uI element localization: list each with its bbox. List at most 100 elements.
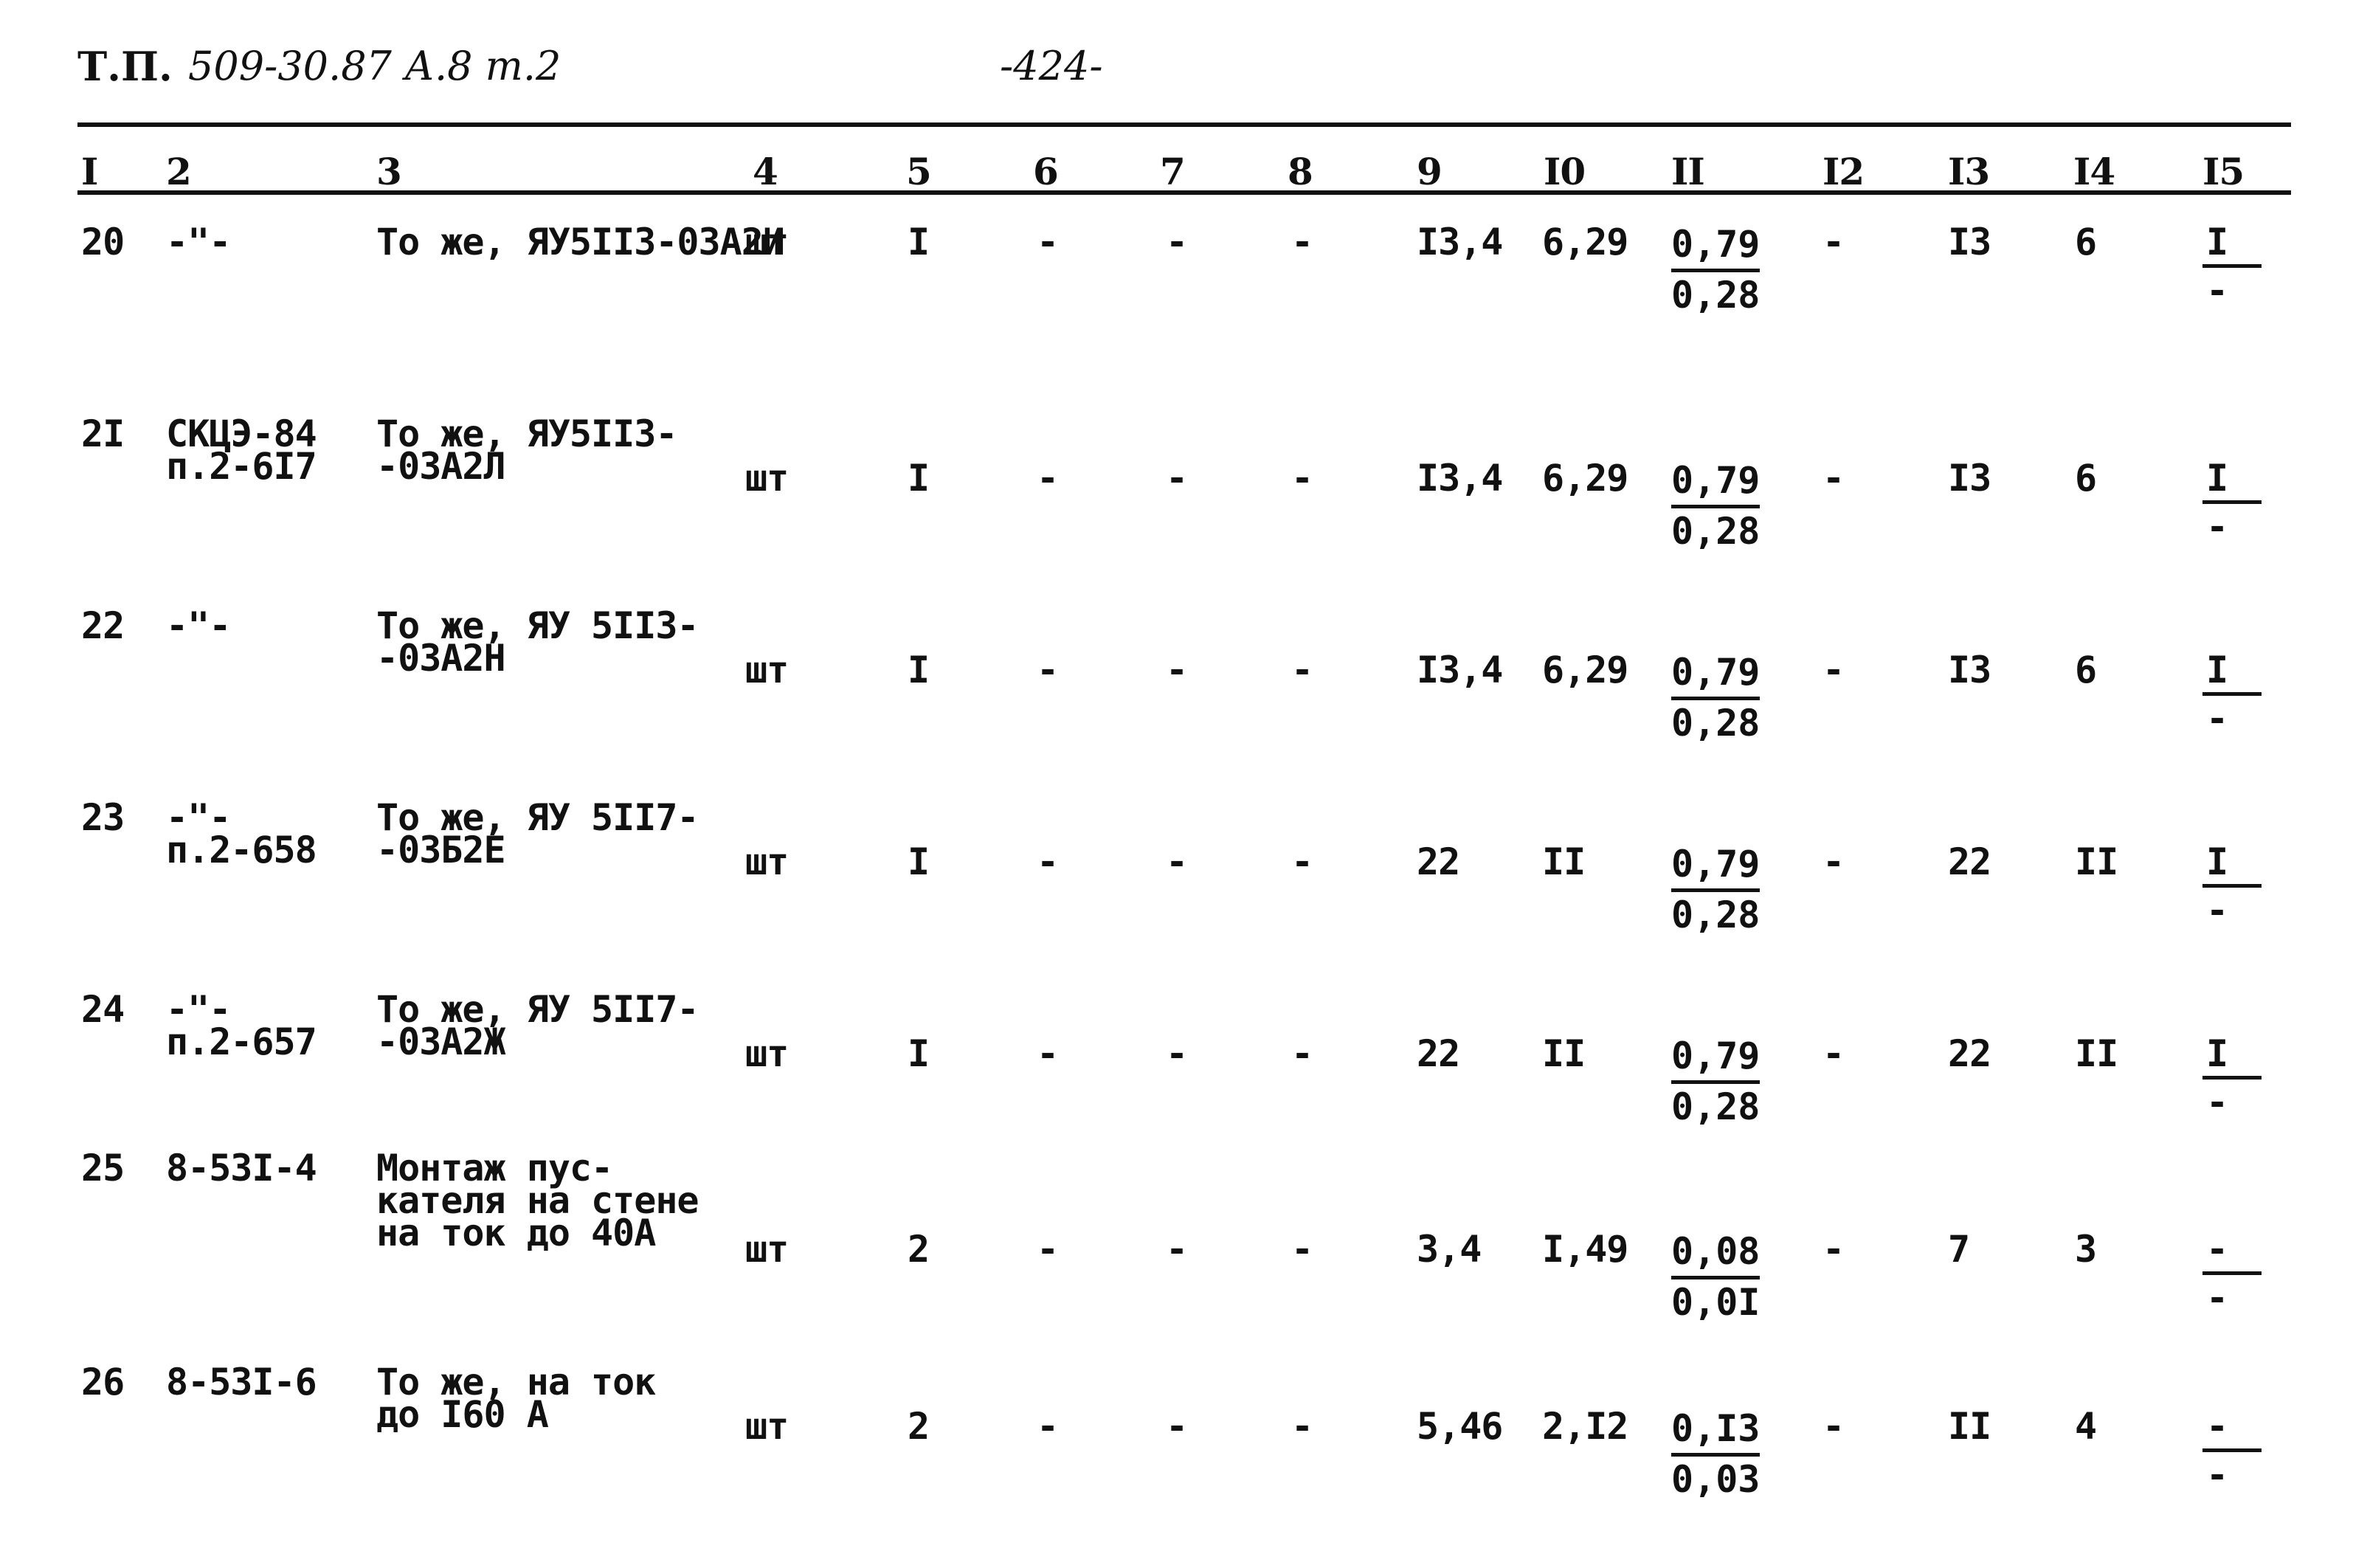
col-6-value: - (1037, 221, 1059, 263)
col-9-value: 22 (1417, 840, 1460, 883)
col-13-value: I3 (1948, 457, 1991, 500)
col-13-value: 7 (1948, 1228, 1970, 1271)
col-15-bottom: - (2206, 889, 2228, 932)
col-9-value: 22 (1417, 1032, 1460, 1075)
col-8-value: - (1291, 649, 1313, 691)
column-header-11: II (1671, 150, 1705, 193)
col-6-value: - (1037, 1032, 1059, 1075)
col-10-value: 6,29 (1542, 221, 1628, 263)
col-15-fraction-line (2202, 500, 2262, 504)
col-13-value: 22 (1948, 840, 1991, 883)
fraction-denominator: 0,28 (1671, 510, 1761, 553)
col-7-value: - (1166, 649, 1188, 691)
col-15-fraction-line (2202, 1076, 2262, 1080)
col-15-bottom: - (2206, 1081, 2228, 1124)
row-number: 2I (81, 412, 125, 455)
col-7-value: - (1166, 840, 1188, 883)
col-10-value: 6,29 (1542, 457, 1628, 500)
col-15-top: I (2206, 1032, 2228, 1075)
column-header-4: 4 (753, 150, 778, 193)
fraction-denominator: 0,28 (1671, 1085, 1761, 1128)
col-8-value: - (1291, 1032, 1313, 1075)
norm-reference: 8-53I-6 (166, 1361, 317, 1403)
col-10-value: 2,I2 (1542, 1405, 1628, 1448)
row-number: 24 (81, 988, 125, 1031)
col-15-top: I (2206, 840, 2228, 883)
column-header-5: 5 (906, 150, 932, 193)
col-9-value: I3,4 (1417, 649, 1503, 691)
quantity: I (908, 1032, 930, 1075)
fraction-denominator: 0,28 (1671, 274, 1761, 317)
fraction-numerator: 0,79 (1671, 457, 1761, 508)
unit: шт (745, 649, 789, 691)
col-15-bottom: - (2206, 1277, 2228, 1319)
quantity: I (908, 221, 930, 263)
col-11-fraction: 0,79 0,28 (1671, 221, 1761, 318)
col-10-value: I,49 (1542, 1228, 1628, 1271)
col-12-value: - (1822, 1032, 1845, 1075)
doc-code-handwritten: 509-30.87 А.8 т.2 (188, 43, 562, 89)
fraction-numerator: 0,79 (1671, 841, 1761, 892)
col-6-value: - (1037, 840, 1059, 883)
fraction-numerator: 0,79 (1671, 649, 1761, 700)
col-14-value: 4 (2075, 1405, 2097, 1448)
norm-reference: -"- (166, 604, 231, 647)
col-14-value: II (2075, 1032, 2118, 1075)
fraction-denominator: 0,28 (1671, 894, 1761, 936)
col-9-value: I3,4 (1417, 221, 1503, 263)
col-11-fraction: 0,79 0,28 (1671, 457, 1761, 554)
col-11-fraction: 0,79 0,28 (1671, 1033, 1761, 1130)
col-14-value: II (2075, 840, 2118, 883)
col-12-value: - (1822, 1228, 1845, 1271)
work-description: -03А2Ж (376, 1020, 506, 1063)
col-13-value: 22 (1948, 1032, 1991, 1075)
col-15-fraction-line (2202, 692, 2262, 696)
column-header-6: 6 (1033, 150, 1059, 193)
col-9-value: 3,4 (1417, 1228, 1482, 1271)
fraction-numerator: 0,79 (1671, 221, 1761, 272)
work-description: То же, ЯУ5II3-03А2И (376, 221, 785, 263)
row-number: 22 (81, 604, 125, 647)
col-12-value: - (1822, 840, 1845, 883)
col-7-value: - (1166, 221, 1188, 263)
col-10-value: II (1542, 840, 1586, 883)
work-description: до I60 А (376, 1393, 549, 1436)
col-12-value: - (1822, 649, 1845, 691)
page-number: -424- (1000, 43, 1103, 89)
norm-reference: п.2-658 (166, 829, 317, 871)
work-description: -03А2Л (376, 445, 506, 488)
col-15-fraction-line (2202, 1448, 2262, 1452)
unit: шт (745, 221, 789, 263)
header-bottom-rule (77, 190, 2291, 195)
unit: шт (745, 1032, 789, 1075)
top-rule (77, 122, 2291, 127)
column-header-9: 9 (1417, 150, 1442, 193)
col-6-value: - (1037, 1228, 1059, 1271)
column-header-12: I2 (1822, 150, 1865, 193)
col-11-fraction: 0,79 0,28 (1671, 841, 1761, 938)
column-header-15: I5 (2202, 150, 2245, 193)
col-15-fraction-line (2202, 264, 2262, 268)
col-15-top: I (2206, 221, 2228, 263)
col-7-value: - (1166, 1228, 1188, 1271)
col-8-value: - (1291, 1405, 1313, 1448)
col-14-value: 3 (2075, 1228, 2097, 1271)
norm-reference: п.2-6I7 (166, 445, 317, 488)
unit: шт (745, 840, 789, 883)
column-header-10: I0 (1544, 150, 1586, 193)
col-13-value: II (1948, 1405, 1991, 1448)
fraction-numerator: 0,I3 (1671, 1406, 1761, 1457)
col-8-value: - (1291, 457, 1313, 500)
col-13-value: I3 (1948, 649, 1991, 691)
quantity: 2 (908, 1228, 930, 1271)
col-13-value: I3 (1948, 221, 1991, 263)
row-number: 25 (81, 1147, 125, 1189)
col-6-value: - (1037, 649, 1059, 691)
norm-reference: -"- (166, 221, 231, 263)
fraction-denominator: 0,28 (1671, 702, 1761, 745)
doc-code-printed: Т.П. (77, 43, 173, 90)
fraction-numerator: 0,08 (1671, 1229, 1761, 1279)
col-14-value: 6 (2075, 221, 2097, 263)
column-header-3: 3 (376, 150, 402, 193)
col-12-value: - (1822, 1405, 1845, 1448)
